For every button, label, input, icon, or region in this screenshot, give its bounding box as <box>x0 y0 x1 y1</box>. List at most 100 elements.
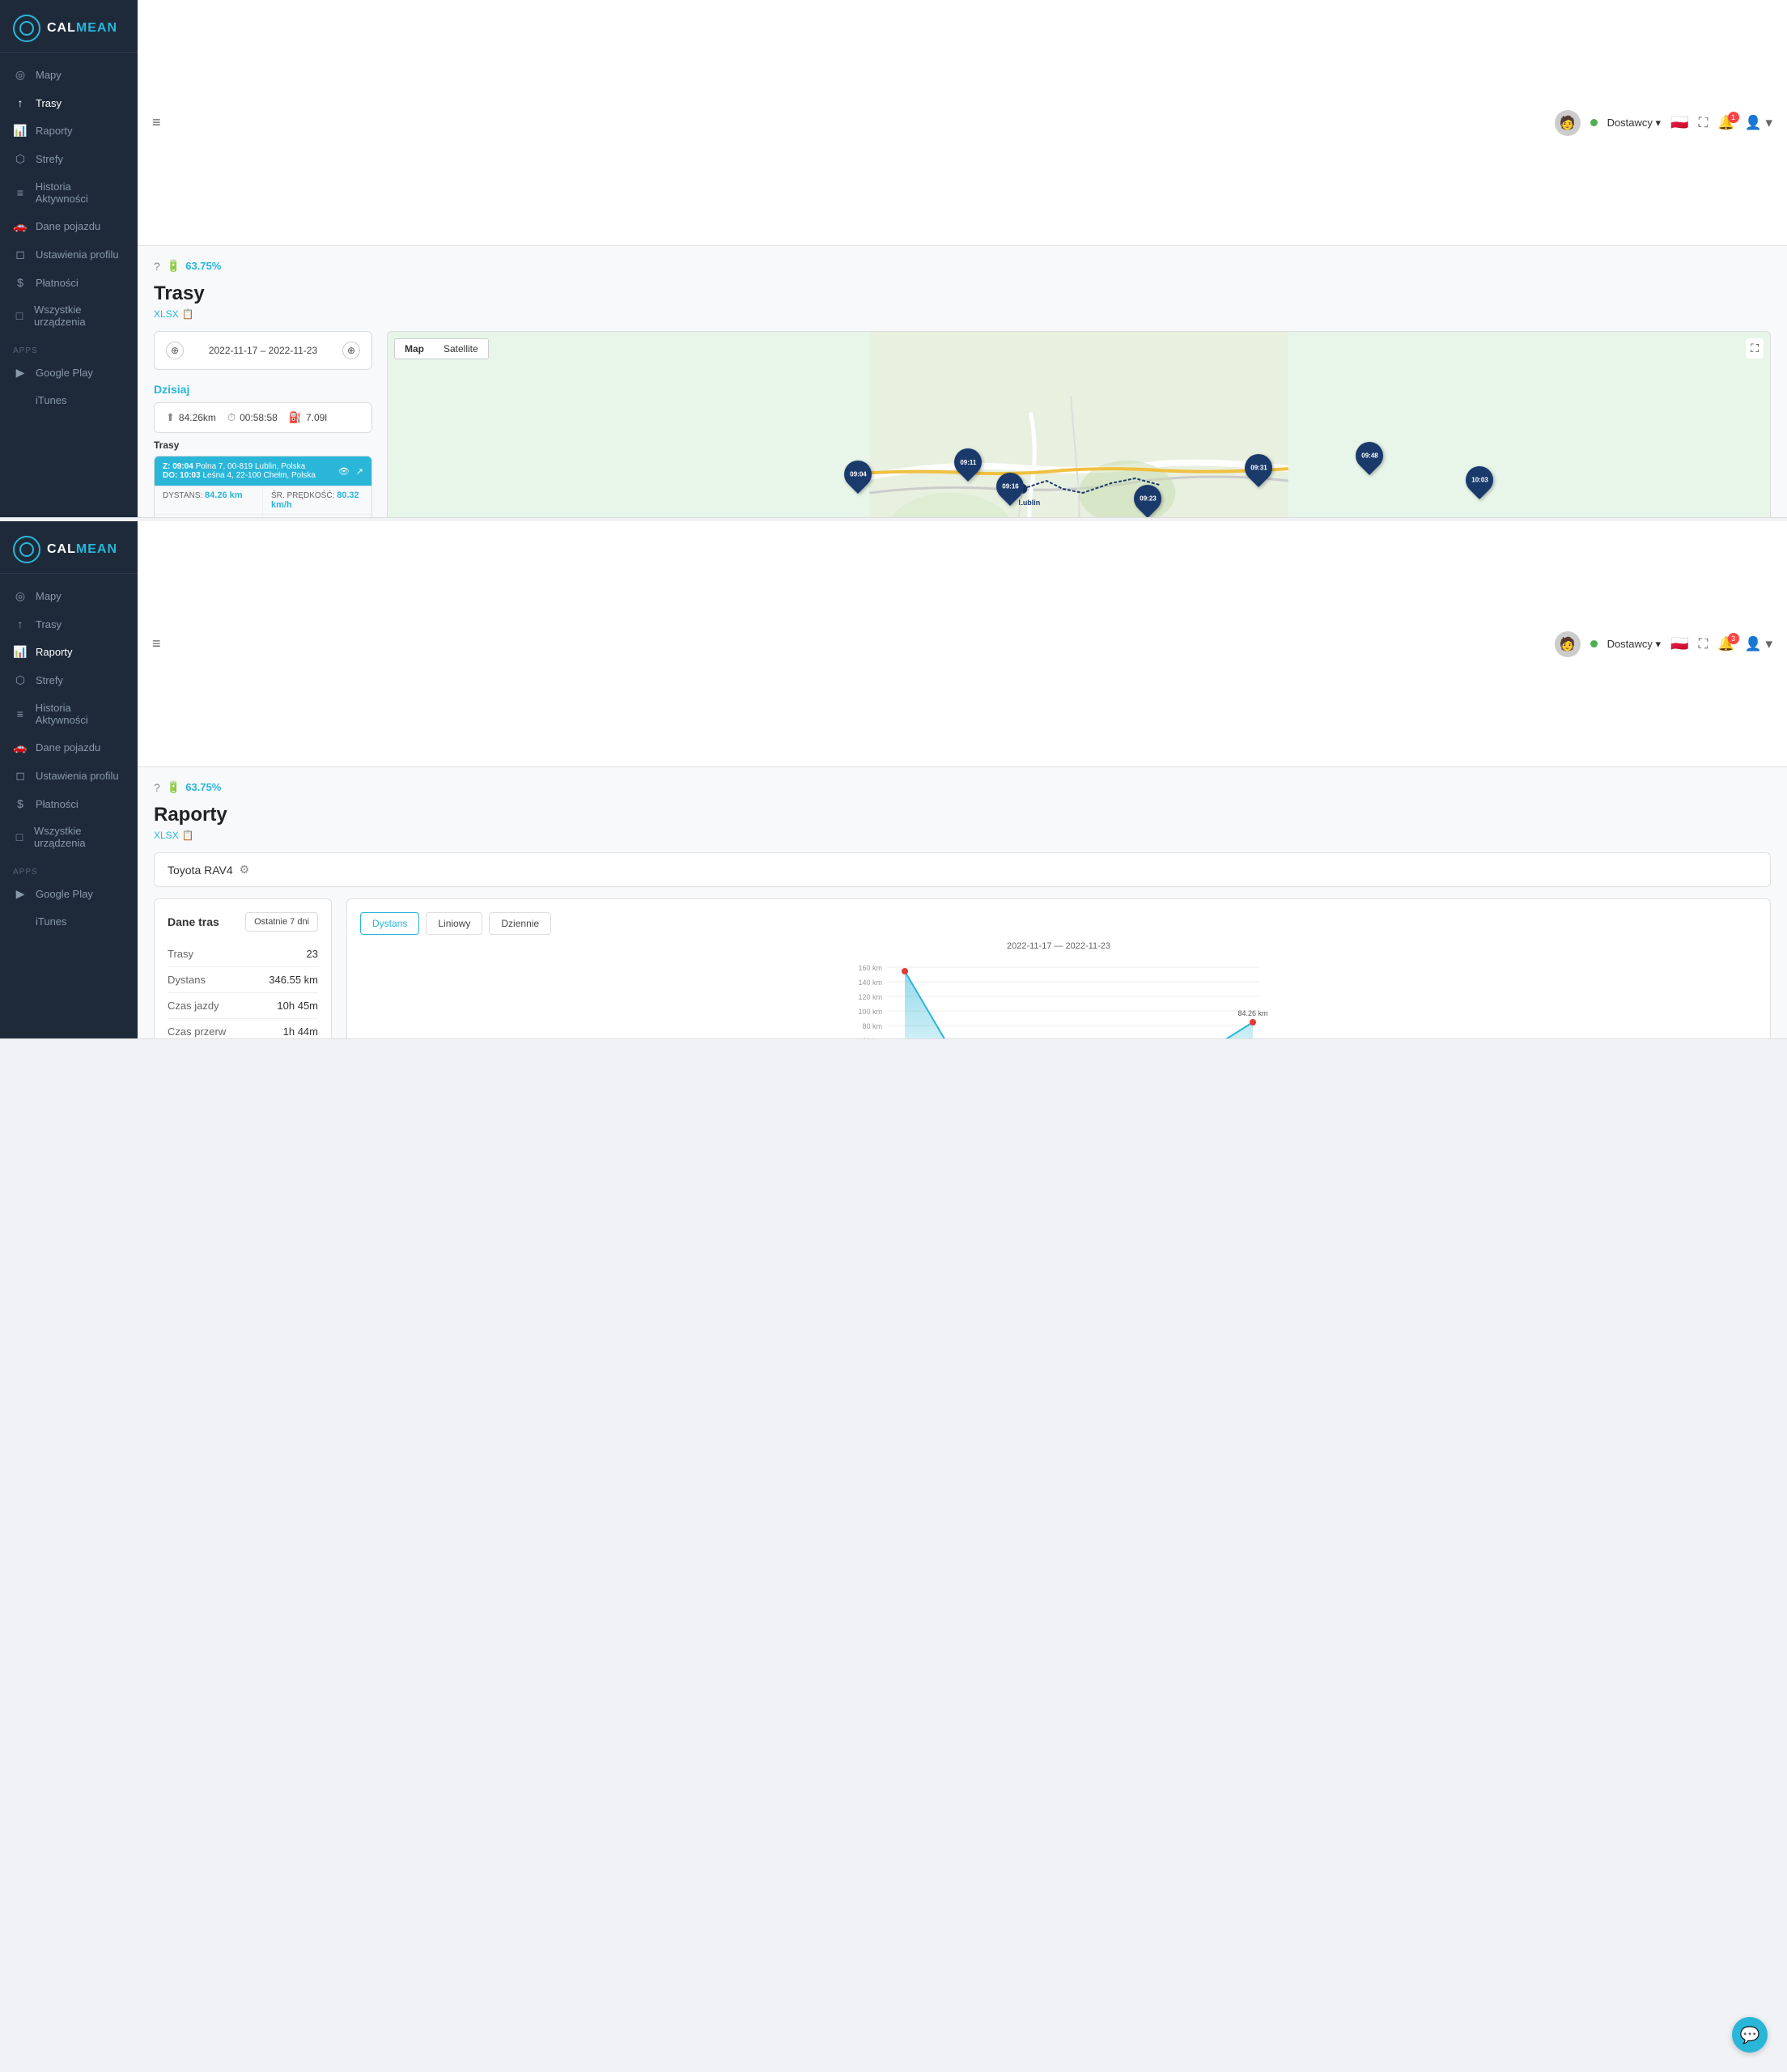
sidebar-item-raporty[interactable]: 📊 Raporty <box>0 117 138 145</box>
sidebar2-item-mapy[interactable]: ◎ Mapy <box>0 582 138 610</box>
logo-icon-2 <box>13 536 40 563</box>
value-trasy: 23 <box>307 948 318 960</box>
xlsx-link-2[interactable]: XLSX 📋 <box>154 830 1771 841</box>
sidebar2-item-platnosci[interactable]: $ Płatności <box>0 790 138 817</box>
sidebar-item-platnosci[interactable]: $ Płatności <box>0 269 138 296</box>
payment-icon: $ <box>13 276 28 289</box>
notification-badge-2: 3 <box>1728 633 1739 644</box>
sidebar-item-label: Historia Aktywności <box>36 702 125 726</box>
detail-max-pred: MAX PRĘDKOŚĆ: 145 km/h <box>263 514 371 517</box>
sidebar2-item-urzadzenia[interactable]: □ Wszystkie urządzenia <box>0 817 138 856</box>
data-row-dystans: Dystans 346.55 km <box>168 967 318 993</box>
sidebar-item-label: Dane pojazdu <box>36 741 100 754</box>
progress-area: ? 🔋 63.75% <box>154 259 1771 273</box>
topbar-right-2: 🧑 Dostawcy ▾ 🇵🇱 ⛶ 🔔 3 👤 ▾ <box>1555 631 1772 657</box>
arrow-icon[interactable]: ↗ <box>356 466 363 477</box>
progress-bar-2: 🔋 63.75% <box>167 780 222 794</box>
xlsx-icon: 📋 <box>182 308 194 320</box>
data-table-header: Dane tras Ostatnie 7 dni <box>168 912 318 932</box>
stat-fuel-value: 7.09l <box>306 412 327 423</box>
panel-trasy: CALMEAN ◎ Mapy ↑ Trasy 📊 Raporty ⬡ Stref… <box>0 0 1787 518</box>
fullscreen-icon-2[interactable]: ⛶ <box>1698 636 1708 652</box>
sidebar2-item-historia[interactable]: ≡ Historia Aktywności <box>0 694 138 733</box>
label-trasy: Trasy <box>168 948 193 960</box>
settings-icon-2: ◻ <box>13 769 28 783</box>
date-next-button[interactable]: ⊕ <box>342 342 360 359</box>
right-col: Lublin <box>387 331 1771 517</box>
distance-icon: ⬆ <box>166 411 175 424</box>
main-content-raporty: ? 🔋 63.75% Raporty XLSX 📋 Toyota RAV4 ⚙ <box>138 767 1787 1038</box>
sidebar-item-dane-pojazdu[interactable]: 🚗 Dane pojazdu <box>0 212 138 240</box>
sidebar-item-historia[interactable]: ≡ Historia Aktywności <box>0 173 138 212</box>
google-play-icon: ▶ <box>13 366 28 380</box>
sidebar-item-label: Płatności <box>36 798 79 810</box>
sidebar2-item-google-play[interactable]: ▶ Google Play <box>0 880 138 908</box>
chart-tab-dystans[interactable]: Dystans <box>360 912 419 935</box>
dystans-value: 84.26 km <box>205 490 242 500</box>
sidebar-item-google-play[interactable]: ▶ Google Play <box>0 359 138 387</box>
route-header-text: Z: 09:04 Polna 7, 00-819 Lublin, Polska … <box>163 462 316 480</box>
sidebar2-item-itunes[interactable]: iTunes <box>0 908 138 935</box>
sidebar-item-label: Strefy <box>36 674 63 686</box>
sidebar-item-urzadzenia[interactable]: □ Wszystkie urządzenia <box>0 296 138 335</box>
devices-icon-2: □ <box>13 830 26 843</box>
xlsx-link[interactable]: XLSX 📋 <box>154 308 1771 320</box>
user-menu-icon-2[interactable]: 👤 ▾ <box>1745 636 1772 652</box>
sidebar-item-label: iTunes <box>36 915 67 928</box>
stat-distance-value: 84.26km <box>179 412 216 423</box>
chart-tab-dziennie[interactable]: Dziennie <box>489 912 551 935</box>
fullscreen-button[interactable]: ⛶ <box>1746 338 1764 359</box>
notification-icon[interactable]: 🔔 1 <box>1717 115 1734 131</box>
hamburger-button-2[interactable]: ≡ <box>152 635 161 652</box>
sidebar2-item-dane-pojazdu[interactable]: 🚗 Dane pojazdu <box>0 733 138 762</box>
sidebar-item-mapy[interactable]: ◎ Mapy <box>0 61 138 89</box>
history-icon-2: ≡ <box>13 707 28 720</box>
map-tab-map[interactable]: Map <box>395 339 434 359</box>
sidebar-item-label: Mapy <box>36 69 62 81</box>
progress-area-2: ? 🔋 63.75% <box>154 780 1771 794</box>
two-col-layout: ⊕ 2022-11-17 – 2022-11-23 ⊕ Dzisiaj ⬆ 84… <box>154 331 1771 517</box>
eye-icon[interactable]: 👁 <box>338 466 350 477</box>
date-range-text: 2022-11-17 – 2022-11-23 <box>190 345 336 356</box>
sidebar-item-label: Ustawienia profilu <box>36 770 119 782</box>
sidebar-item-strefy[interactable]: ⬡ Strefy <box>0 145 138 173</box>
chat-button[interactable]: 💬 <box>1732 2017 1768 2053</box>
sidebar-item-trasy[interactable]: ↑ Trasy <box>0 89 138 117</box>
sidebar2-item-ustawienia[interactable]: ◻ Ustawienia profilu <box>0 762 138 790</box>
report-icon: 📊 <box>13 124 28 138</box>
bottom-panels: Dane tras Ostatnie 7 dni Trasy 23 Dystan… <box>154 898 1771 1038</box>
trasy-label-dzisiaj: Trasy <box>154 439 372 451</box>
progress-question-2: ? <box>154 781 160 794</box>
user-menu-icon[interactable]: 👤 ▾ <box>1745 115 1772 131</box>
zone-icon-2: ⬡ <box>13 673 28 687</box>
sidebar2-item-trasy[interactable]: ↑ Trasy <box>0 610 138 638</box>
vehicle-bar: Toyota RAV4 ⚙ <box>154 852 1771 887</box>
chart-date-range: 2022-11-17 — 2022-11-23 <box>360 941 1757 951</box>
chart-svg: 160 km 140 km 120 km 100 km 80 km 60 km … <box>360 961 1757 1038</box>
stat-time-value: 00:58:58 <box>240 412 278 423</box>
map-tab-satellite[interactable]: Satellite <box>434 339 488 359</box>
sidebar2-item-strefy[interactable]: ⬡ Strefy <box>0 666 138 694</box>
sidebar-item-itunes[interactable]: iTunes <box>0 387 138 414</box>
map-svg: Lublin <box>388 332 1770 517</box>
data-row-czas-przerw: Czas przerw 1h 44m <box>168 1019 318 1038</box>
fullscreen-icon[interactable]: ⛶ <box>1698 115 1708 131</box>
notification-icon-2[interactable]: 🔔 3 <box>1717 636 1734 652</box>
sidebar-item-label: Dane pojazdu <box>36 220 100 232</box>
chart-tab-liniowy[interactable]: Liniowy <box>426 912 482 935</box>
sidebar-logo: CALMEAN <box>0 0 138 53</box>
sidebar-trasy: CALMEAN ◎ Mapy ↑ Trasy 📊 Raporty ⬡ Stref… <box>0 0 138 517</box>
svg-text:Lublin: Lublin <box>1018 499 1040 507</box>
flag-icon-2: 🇵🇱 <box>1670 635 1688 652</box>
sidebar-item-ustawienia[interactable]: ◻ Ustawienia profilu <box>0 240 138 269</box>
date-prev-button[interactable]: ⊕ <box>166 342 184 359</box>
filter-button[interactable]: Ostatnie 7 dni <box>245 912 318 932</box>
settings-icon: ◻ <box>13 248 28 261</box>
battery-icon-2: 🔋 <box>167 780 180 794</box>
user-label-2: Dostawcy ▾ <box>1607 638 1662 651</box>
sidebar2-item-raporty[interactable]: 📊 Raporty <box>0 638 138 666</box>
hamburger-button[interactable]: ≡ <box>152 114 161 131</box>
map-icon: ◎ <box>13 68 28 82</box>
route-from: Z: 09:04 Polna 7, 00-819 Lublin, Polska <box>163 462 316 471</box>
gear-icon[interactable]: ⚙ <box>240 863 250 877</box>
